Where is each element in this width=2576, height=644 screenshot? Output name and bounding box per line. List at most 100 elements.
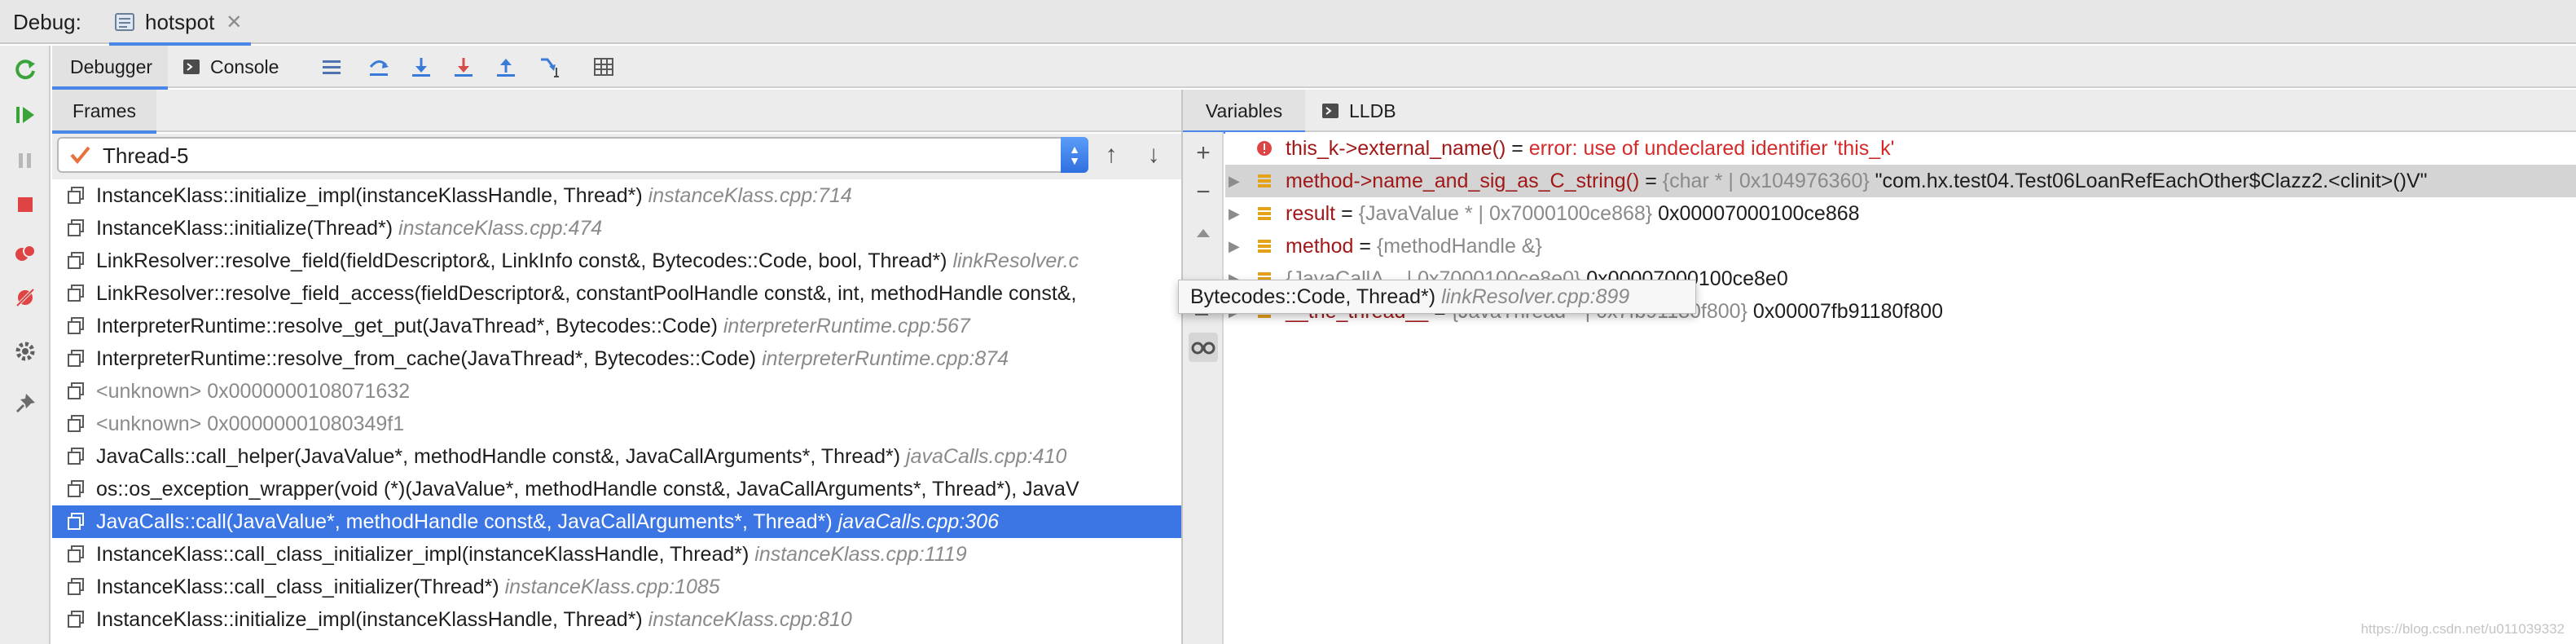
variable-name: this_k->external_name() (1286, 137, 1506, 160)
tab-console[interactable]: Console (182, 46, 297, 88)
stack-frame-row[interactable]: InstanceKlass::initialize(Thread*) insta… (52, 212, 1181, 245)
glasses-icon[interactable] (1189, 333, 1218, 362)
stack-frame-row[interactable]: InterpreterRuntime::resolve_get_put(Java… (52, 310, 1181, 342)
variable-row[interactable]: this_k->external_name() = error: use of … (1225, 132, 2576, 165)
stack-frame-location: instanceKlass.cpp:1085 (504, 576, 720, 598)
run-to-cursor-icon[interactable] (536, 53, 564, 81)
stack-frame-row[interactable]: InstanceKlass::call_class_initializer_im… (52, 538, 1181, 571)
stack-frame-function: InterpreterRuntime::resolve_get_put(Java… (96, 315, 718, 337)
stack-frame-location: 0x0000000108071632 (207, 380, 411, 403)
arrow-up-icon[interactable]: ↑ (1097, 140, 1126, 170)
tab-lldb[interactable]: LLDB (1321, 90, 1419, 132)
stack-frame-location: instanceKlass.cpp:1119 (754, 543, 967, 566)
tab-hotspot[interactable]: hotspot ✕ (101, 0, 256, 46)
arrow-down-icon[interactable]: ↓ (1139, 140, 1168, 170)
stack-frame-row[interactable]: os::os_exception_wrapper(void (*)(JavaVa… (52, 473, 1181, 505)
pin-icon[interactable] (10, 388, 41, 419)
stack-frame-location: javaCalls.cpp:306 (837, 510, 999, 533)
stack-frame-row[interactable]: <unknown> 0x00000001080349f1 (52, 408, 1181, 440)
stack-frame-row[interactable]: InterpreterRuntime::resolve_from_cache(J… (52, 342, 1181, 375)
stack-frame-text: LinkResolver::resolve_field(fieldDescrip… (96, 245, 1079, 277)
stack-frame-text: JavaCalls::call_helper(JavaValue*, metho… (96, 440, 1066, 473)
variable-value: "com.hx.test04.Test06LoanRefEachOther$Cl… (1869, 170, 2428, 192)
force-step-into-icon[interactable] (450, 53, 477, 81)
variable-error: error: use of undeclared identifier 'thi… (1528, 137, 1895, 160)
tab-debugger[interactable]: Debugger (52, 46, 168, 90)
chevron-updown-icon[interactable]: ▲ ▼ (1061, 137, 1088, 173)
tab-variables[interactable]: Variables (1183, 90, 1305, 134)
variables-gutter: + − (1183, 132, 1224, 644)
rerun-icon[interactable] (10, 54, 41, 85)
resume-icon[interactable] (10, 99, 41, 130)
stack-frame-row[interactable]: InstanceKlass::initialize_impl(instanceK… (52, 179, 1181, 212)
expand-triangle-icon[interactable]: ▶ (1229, 165, 1248, 197)
stack-frame-function: LinkResolver::resolve_field(fieldDescrip… (96, 249, 947, 272)
stack-frame-icon (68, 317, 84, 334)
step-over-icon[interactable] (365, 53, 393, 81)
stack-frame-location: interpreterRuntime.cpp:567 (723, 315, 970, 337)
add-watch-icon[interactable]: + (1189, 139, 1218, 168)
stack-frame-row[interactable]: <unknown> 0x0000000108071632 (52, 375, 1181, 408)
stack-frame-icon (68, 285, 84, 302)
stack-frame-function: InstanceKlass::initialize_impl(instanceK… (96, 608, 643, 631)
settings-gear-icon[interactable] (10, 336, 41, 367)
variables-list: this_k->external_name() = error: use of … (1225, 132, 2576, 644)
stack-frame-text: os::os_exception_wrapper(void (*)(JavaVa… (96, 473, 1079, 505)
step-into-icon[interactable] (407, 53, 435, 81)
pause-icon[interactable] (10, 145, 41, 176)
expand-triangle-icon[interactable]: ▶ (1229, 197, 1248, 230)
check-icon (70, 146, 90, 165)
debug-label: Debug: (13, 10, 81, 34)
remove-watch-icon[interactable]: − (1189, 178, 1218, 207)
variable-row[interactable]: ▶ method->name_and_sig_as_C_string() = {c… (1225, 165, 2576, 197)
variable-equals: = (1353, 235, 1377, 258)
stack-frame-location: instanceKlass.cpp:810 (648, 608, 852, 631)
variable-text: this_k->external_name() = error: use of … (1286, 132, 1894, 165)
move-up-icon[interactable] (1189, 218, 1218, 248)
stack-frame-function: InstanceKlass::call_class_initializer(Th… (96, 576, 499, 598)
step-out-icon[interactable] (492, 53, 520, 81)
menu-icon[interactable] (318, 53, 345, 81)
stack-frame-row[interactable]: InstanceKlass::call_class_initializer(Th… (52, 571, 1181, 603)
stack-frame-row[interactable]: InstanceKlass::initialize_impl(instanceK… (52, 603, 1181, 636)
stack-frame-function: JavaCalls::call(JavaValue*, methodHandle… (96, 510, 833, 533)
evaluate-table-icon[interactable] (590, 53, 618, 81)
stack-frame-icon (68, 611, 84, 628)
debug-left-toolstrip (0, 46, 51, 644)
stack-frame-location: instanceKlass.cpp:714 (648, 184, 852, 207)
stack-frame-icon (68, 350, 84, 367)
stack-frame-text: InstanceKlass::initialize(Thread*) insta… (96, 212, 602, 245)
stack-frame-icon (68, 252, 84, 269)
field-icon (1258, 174, 1271, 187)
tab-frames[interactable]: Frames (52, 90, 156, 134)
thread-name: Thread-5 (103, 143, 189, 168)
variable-row[interactable]: ▶ result = {JavaValue * | 0x7000100ce868}… (1225, 197, 2576, 230)
variable-row[interactable]: ▶ method = {methodHandle &} (1225, 230, 2576, 262)
variable-type: {char * | 0x104976360} (1662, 170, 1870, 192)
stack-frame-function: InstanceKlass::call_class_initializer_im… (96, 543, 750, 566)
expand-triangle-icon[interactable]: ▶ (1229, 230, 1248, 262)
stack-frame-row[interactable]: LinkResolver::resolve_field(fieldDescrip… (52, 245, 1181, 277)
tooltip-func: Bytecodes::Code, Thread*) (1190, 285, 1436, 308)
stop-icon[interactable] (10, 189, 41, 220)
stack-frame-function: InstanceKlass::initialize(Thread*) (96, 217, 393, 240)
thread-select[interactable]: Thread-5 ▲ ▼ (57, 137, 1088, 173)
frames-header: Frames (52, 90, 1181, 134)
stack-frame-location: javaCalls.cpp:410 (906, 445, 1067, 468)
watermark: https://blog.csdn.net/u011039332 (2360, 621, 2565, 637)
variable-name: method->name_and_sig_as_C_string() (1286, 170, 1640, 192)
variable-type: {JavaValue * | 0x7000100ce868} (1358, 202, 1653, 225)
stack-frame-row[interactable]: LinkResolver::resolve_field_access(field… (52, 277, 1181, 310)
stack-frame-text: JavaCalls::call(JavaValue*, methodHandle… (96, 505, 999, 538)
view-breakpoints-icon[interactable] (10, 238, 41, 269)
run-config-icon (115, 13, 134, 31)
stack-frame-function: LinkResolver::resolve_field_access(field… (96, 282, 1077, 305)
stack-frame-text: InterpreterRuntime::resolve_from_cache(J… (96, 342, 1009, 375)
stack-frame-row[interactable]: JavaCalls::call(JavaValue*, methodHandle… (52, 505, 1181, 538)
stack-frame-row[interactable]: JavaCalls::call_helper(JavaValue*, metho… (52, 440, 1181, 473)
stack-frame-icon (68, 382, 84, 399)
close-icon[interactable]: ✕ (226, 11, 242, 34)
stack-frame-function: <unknown> (96, 412, 202, 435)
stack-frame-icon (68, 578, 84, 595)
mute-breakpoints-icon[interactable] (10, 282, 41, 313)
